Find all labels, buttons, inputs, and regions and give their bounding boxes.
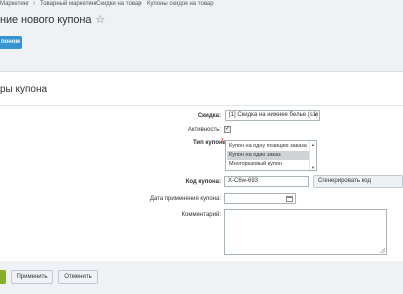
comment-textarea[interactable]	[224, 209, 387, 255]
coupon-code-input[interactable]: X-C6w-693	[224, 176, 309, 187]
breadcrumb-item-product-discounts[interactable]: Скидки на товар	[96, 1, 142, 7]
calendar-icon[interactable]	[286, 196, 293, 202]
coupon-type-listbox[interactable]: Купон на одну позицию заказа Купон на од…	[225, 140, 317, 171]
save-button[interactable]	[0, 270, 6, 284]
breadcrumb-separator: ›	[89, 0, 92, 7]
apply-date-label: Дата применения купона:	[149, 196, 221, 202]
scroll-up-icon[interactable]: ▲	[311, 142, 315, 147]
breadcrumb-item-marketing[interactable]: Маркетинг	[0, 1, 29, 7]
favorite-star-icon[interactable]: ☆	[95, 14, 105, 26]
breadcrumb-item-discount-coupons[interactable]: Купоны скидок на товар	[147, 1, 214, 7]
breadcrumb-separator: ›	[33, 0, 36, 7]
listbox-scrollbar[interactable]: ▲ ▼	[309, 141, 316, 170]
active-label: Активность:	[187, 127, 221, 133]
coupon-type-option[interactable]: Многоразовый купон	[227, 160, 309, 169]
discount-label: Скидка:	[197, 113, 221, 119]
chevron-down-icon: ▾	[314, 112, 317, 118]
breadcrumb-separator: ›	[139, 0, 142, 7]
page-title: ние нового купона ☆	[0, 13, 105, 26]
cancel-button[interactable]: Отменить	[58, 270, 98, 284]
comment-label: Комментарий:	[181, 212, 221, 218]
required-mark: 1	[221, 138, 224, 144]
page-title-text: ние нового купона	[0, 14, 92, 26]
active-checkbox[interactable]: ✓	[224, 126, 231, 133]
coupon-type-option-selected[interactable]: Купон на один заказ	[227, 151, 309, 160]
coupon-type-option[interactable]: Купон на одну позицию заказа	[227, 142, 309, 151]
coupon-code-label: Код купона:	[185, 179, 221, 185]
scroll-down-icon[interactable]: ▼	[311, 165, 315, 170]
generate-code-button[interactable]: Сгенерировать код	[313, 175, 403, 188]
section-divider	[0, 105, 403, 106]
coupon-list-button[interactable]: поном	[0, 36, 22, 49]
apply-button[interactable]: Применить	[11, 270, 53, 284]
resize-grip-icon[interactable]	[380, 248, 385, 253]
form-panel: ры купона Скидка: [1] Скидка на нижнее б…	[0, 71, 403, 261]
section-title: ры купона	[0, 84, 48, 95]
discount-select[interactable]: [1] Скидка на нижнее белье (s1) ▾	[225, 110, 320, 121]
discount-select-value: [1] Скидка на нижнее белье (s1)	[229, 112, 319, 118]
